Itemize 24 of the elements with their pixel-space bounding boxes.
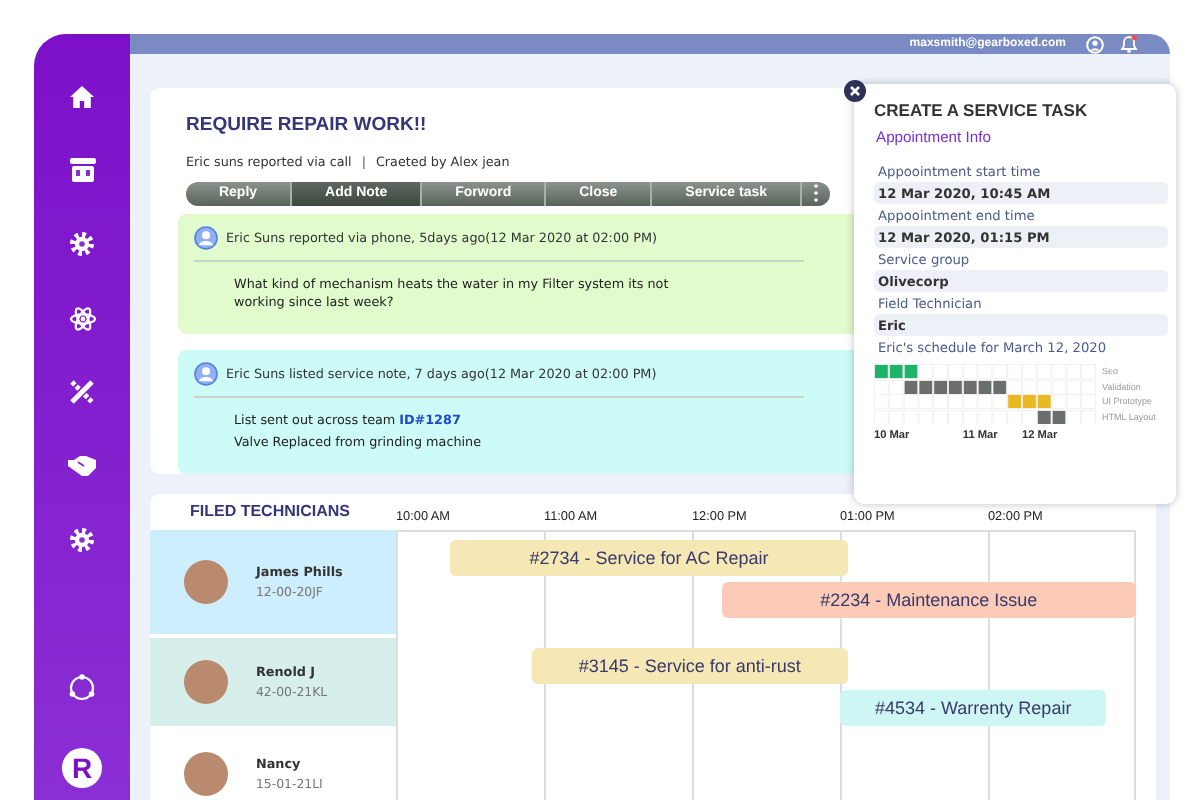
store-icon	[69, 158, 95, 182]
pencil-ruler-icon	[70, 380, 94, 404]
user-icon[interactable]	[1086, 35, 1104, 53]
popup-title: CREATE A SERVICE TASK	[874, 100, 1090, 120]
bell-icon[interactable]	[1120, 34, 1138, 54]
task-bar[interactable]: #3145 - Service for anti-rust	[532, 648, 848, 684]
task-bar[interactable]: #4534 - Warrenty Repair	[840, 690, 1107, 726]
avatar-icon	[194, 362, 218, 387]
logo: R	[62, 748, 102, 788]
settings-icon	[70, 528, 94, 552]
settings-icon	[70, 232, 94, 256]
kebab-icon	[814, 184, 819, 203]
atom-icon	[69, 305, 95, 331]
avatar	[184, 752, 228, 796]
avatar-icon	[194, 225, 218, 250]
task-bar[interactable]: #2234 - Maintenance Issue	[721, 582, 1136, 618]
close-icon	[850, 86, 860, 96]
avatar	[184, 560, 228, 604]
task-bar[interactable]: #2734 - Service for AC Repair	[450, 540, 848, 576]
circle-nodes-icon	[68, 674, 96, 702]
technicians-title: FILED TECHNICIANS	[188, 502, 352, 520]
ticket-title: REQUIRE REPAIR WORK!!	[186, 114, 429, 136]
avatar	[184, 660, 228, 704]
home-icon	[70, 85, 94, 107]
